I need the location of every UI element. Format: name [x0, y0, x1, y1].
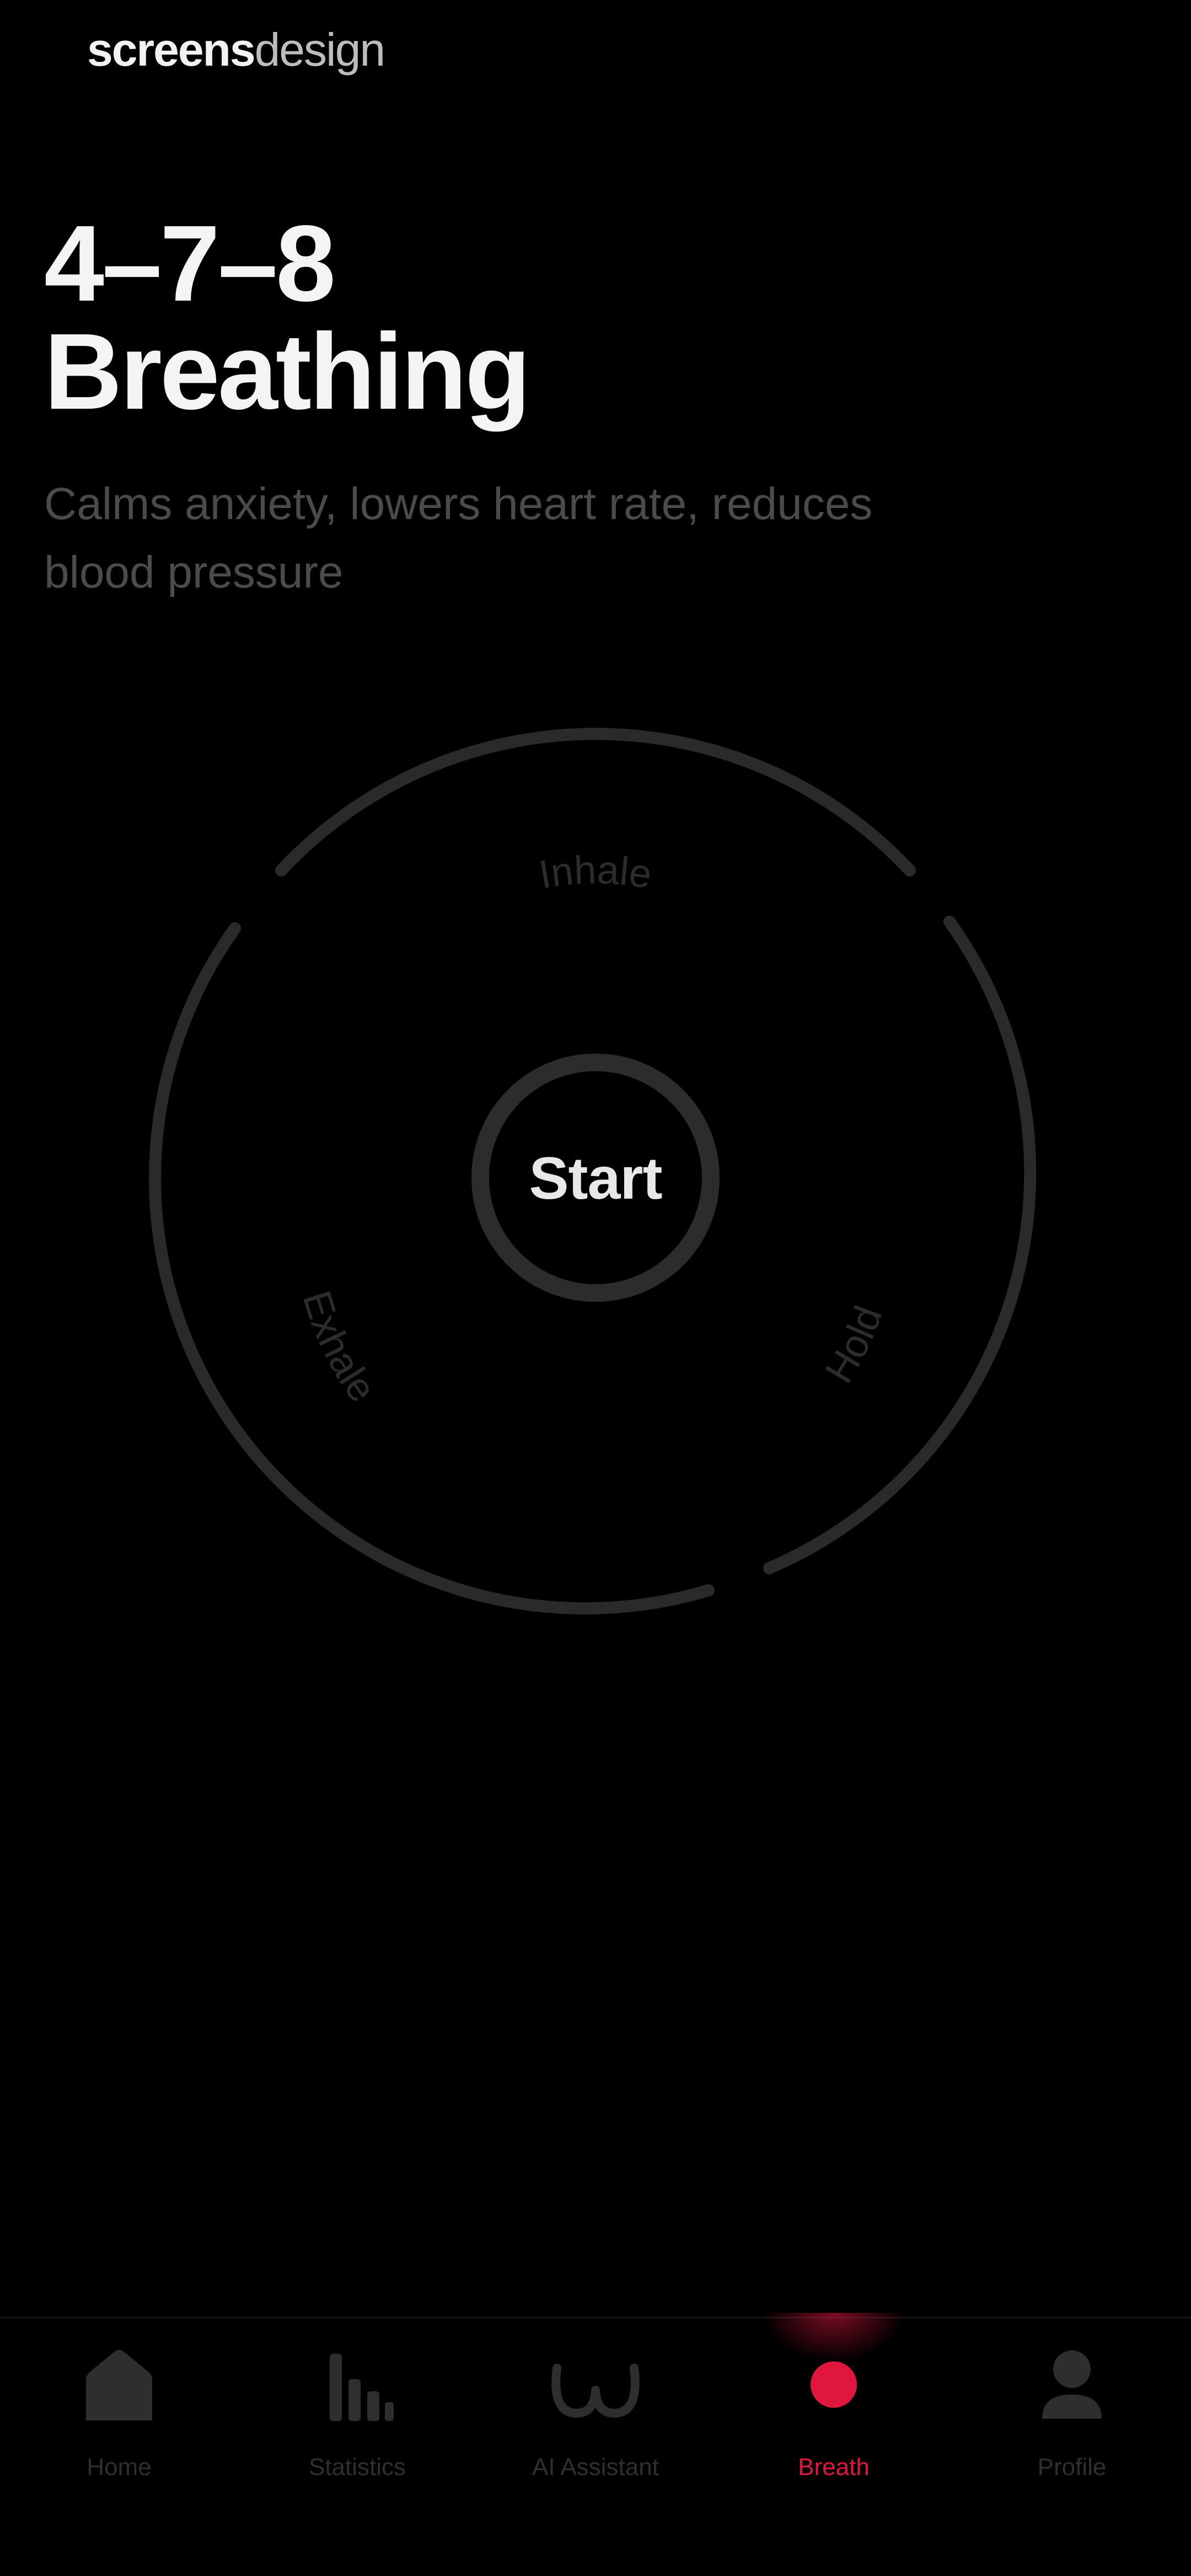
svg-text:Exhale: Exhale	[294, 1286, 385, 1410]
svg-text:Hold: Hold	[817, 1300, 890, 1391]
brand-logo-light: design	[254, 24, 386, 76]
tab-statistics[interactable]: Statistics	[238, 2318, 476, 2576]
tab-breath-label: Breath	[798, 2454, 870, 2481]
start-button[interactable]: Start	[471, 1054, 720, 1302]
svg-text:Inhale: Inhale	[536, 848, 655, 897]
page-title-line-1: 4–7–8	[44, 203, 336, 324]
brand-logo-bold: screens	[87, 24, 256, 76]
tab-profile[interactable]: Profile	[953, 2318, 1191, 2576]
tab-statistics-label: Statistics	[308, 2454, 406, 2481]
bar-chart-icon	[330, 2354, 394, 2421]
exhale-label: Exhale	[294, 1286, 385, 1410]
brand-logo: screensdesign	[87, 24, 386, 76]
tab-ai-assistant-label: AI Assistant	[532, 2454, 659, 2481]
page-title-line-2: Breathing	[44, 311, 531, 432]
breathing-screen: screensdesign 4–7–8 Breathing Calms anxi…	[0, 0, 1191, 2576]
bottom-tab-bar: Home Statistics AI Assistant Breath Prof…	[0, 2313, 1191, 2576]
page-subtitle: Calms anxiety, lowers heart rate, reduce…	[44, 479, 873, 597]
hold-label: Hold	[817, 1300, 890, 1391]
hold-arc	[763, 916, 1037, 1574]
tab-profile-label: Profile	[1037, 2454, 1107, 2481]
tab-home[interactable]: Home	[0, 2318, 238, 2576]
inhale-arc	[275, 728, 916, 877]
breath-dot-icon	[811, 2361, 857, 2408]
tab-home-label: Home	[87, 2454, 152, 2481]
inhale-label: Inhale	[536, 848, 655, 897]
ai-assistant-icon	[551, 2364, 640, 2418]
page-title: 4–7–8 Breathing	[44, 203, 531, 432]
home-icon	[86, 2350, 152, 2420]
tab-ai-assistant[interactable]: AI Assistant	[476, 2318, 715, 2576]
tab-breath[interactable]: Breath	[715, 2313, 953, 2576]
profile-icon	[1042, 2350, 1102, 2419]
